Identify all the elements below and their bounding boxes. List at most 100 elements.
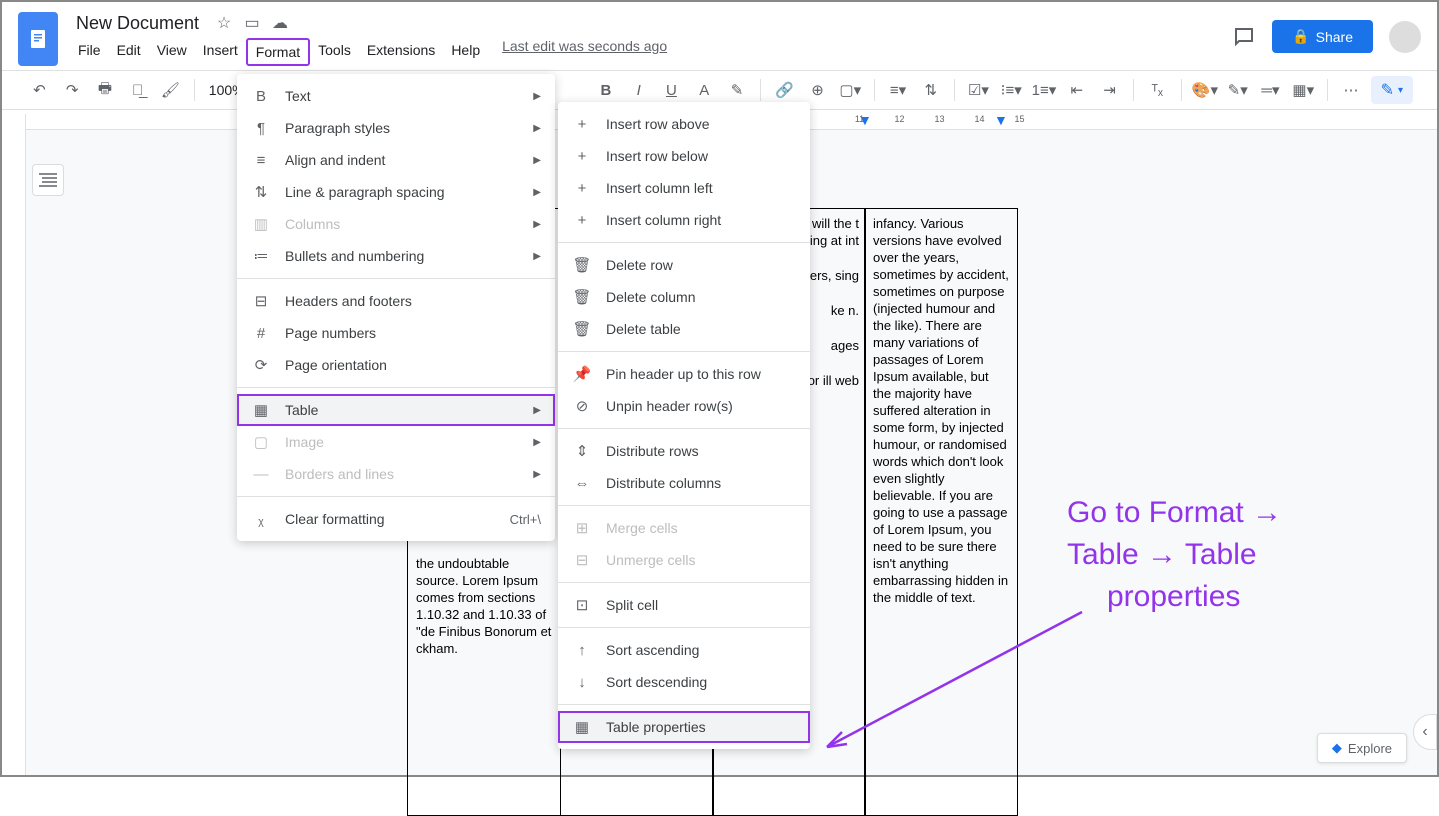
menu-separator [558,704,810,705]
menu-item-label: Sort ascending [606,642,796,658]
menu-extensions[interactable]: Extensions [359,38,443,66]
menu-item-icon: ⊡ [572,596,592,614]
menu-item-page-numbers[interactable]: #Page numbers [237,317,555,349]
outdent-button[interactable]: ⇤ [1063,76,1090,104]
menu-item-line-paragraph-spacing[interactable]: ⇅Line & paragraph spacing▶ [237,176,555,208]
chevron-down-icon: ▾ [1398,85,1403,96]
link-button[interactable]: 🔗 [771,76,798,104]
share-label: Share [1316,29,1353,45]
star-icon[interactable]: ☆ [215,14,233,32]
submenu-item-delete-row[interactable]: 🗑Delete row [558,249,810,281]
menu-item-label: Insert column right [606,212,796,228]
submenu-item-delete-table[interactable]: 🗑Delete table [558,313,810,345]
menu-item-bullets-and-numbering[interactable]: ≔Bullets and numbering▶ [237,240,555,272]
spellcheck-button[interactable]: Ａ̲ [124,76,151,104]
last-edit-link[interactable]: Last edit was seconds ago [502,38,667,66]
explore-label: Explore [1348,741,1392,756]
submenu-item-sort-descending[interactable]: ↓Sort descending [558,666,810,698]
menu-item-label: Table [285,402,519,418]
indent-button[interactable]: ⇥ [1096,76,1123,104]
bullet-list-button[interactable]: ⁝≡▾ [998,76,1025,104]
text-color-button[interactable]: A [691,76,718,104]
side-panel-toggle[interactable]: ‹ [1413,714,1437,750]
menu-view[interactable]: View [149,38,195,66]
submenu-item-insert-column-left[interactable]: +Insert column left [558,172,810,204]
avatar[interactable] [1389,21,1421,53]
checklist-button[interactable]: ☑▾ [965,76,992,104]
undo-button[interactable]: ↶ [26,76,53,104]
italic-button[interactable]: I [625,76,652,104]
bold-button[interactable]: B [593,76,620,104]
redo-button[interactable]: ↷ [59,76,86,104]
submenu-item-pin-header-up-to-this-row[interactable]: 📌Pin header up to this row [558,358,810,390]
menu-item-page-orientation[interactable]: ⟳Page orientation [237,349,555,381]
line-spacing-button[interactable]: ⇅ [917,76,944,104]
header-right: 🔒 Share [1232,20,1421,53]
menu-file[interactable]: File [70,38,109,66]
menu-format[interactable]: Format [246,38,310,66]
move-icon[interactable]: ▭ [243,14,261,32]
menu-help[interactable]: Help [443,38,488,66]
comments-icon[interactable] [1232,25,1256,49]
submenu-item-table-properties[interactable]: ▦Table properties [558,711,810,743]
numbered-list-button[interactable]: 1≡▾ [1031,76,1058,104]
share-button[interactable]: 🔒 Share [1272,20,1373,53]
cloud-icon[interactable]: ☁ [271,14,289,32]
menu-tools[interactable]: Tools [310,38,359,66]
menu-item-icon: — [251,466,271,483]
menu-item-icon: ↑ [572,642,592,659]
menu-item-headers-and-footers[interactable]: ⊟Headers and footers [237,285,555,317]
image-button[interactable]: ▢▾ [837,76,864,104]
outline-button[interactable] [32,164,64,196]
ruler-tick: 15 [1000,114,1039,124]
border-style-button[interactable]: ▦▾ [1290,76,1317,104]
print-button[interactable]: 🖶 [92,76,119,104]
submenu-item-distribute-columns[interactable]: ⇔Distribute columns [558,467,810,499]
underline-button[interactable]: U [658,76,685,104]
paint-format-button[interactable]: 🖌 [157,76,184,104]
menu-item-clear-formatting[interactable]: ᵪClear formattingCtrl+\ [237,503,555,535]
submenu-item-unmerge-cells: ⊟Unmerge cells [558,544,810,576]
separator [1133,79,1134,101]
explore-button[interactable]: ◆ Explore [1317,733,1407,763]
menu-item-icon: 🗑 [572,288,592,306]
menu-item-icon: 🗑 [572,256,592,274]
submenu-item-distribute-rows[interactable]: ⇕Distribute rows [558,435,810,467]
fill-color-button[interactable]: 🎨▾ [1192,76,1219,104]
submenu-item-insert-row-below[interactable]: +Insert row below [558,140,810,172]
menu-item-paragraph-styles[interactable]: ¶Paragraph styles▶ [237,112,555,144]
submenu-item-unpin-header-row-s-[interactable]: ⊘Unpin header row(s) [558,390,810,422]
ruler-tick: 12 [880,114,919,124]
submenu-item-insert-row-above[interactable]: +Insert row above [558,108,810,140]
menu-item-align-and-indent[interactable]: ≡Align and indent▶ [237,144,555,176]
border-width-button[interactable]: ═▾ [1257,76,1284,104]
editing-mode-button[interactable]: ✎ ▾ [1371,76,1413,104]
border-color-button[interactable]: ✎▾ [1224,76,1251,104]
menu-item-label: Insert column left [606,180,796,196]
document-title[interactable]: New Document [70,11,205,36]
submenu-item-insert-column-right[interactable]: +Insert column right [558,204,810,236]
menu-item-icon: ⊘ [572,397,592,415]
menu-item-label: Bullets and numbering [285,248,519,264]
menu-item-icon: ≔ [251,247,271,265]
submenu-item-sort-ascending[interactable]: ↑ Sort ascending [558,634,810,666]
annotation-line: Go to Format → [1067,492,1407,534]
menu-item-label: Text [285,88,519,104]
submenu-item-split-cell[interactable]: ⊡Split cell [558,589,810,621]
menu-separator [558,351,810,352]
menu-item-icon: ⇅ [251,183,271,201]
menu-item-text[interactable]: BText▶ [237,80,555,112]
menu-item-label: Merge cells [606,520,796,536]
more-button[interactable]: ⋯ [1338,76,1365,104]
highlight-button[interactable]: ✎ [724,76,751,104]
menu-edit[interactable]: Edit [109,38,149,66]
docs-logo[interactable] [18,12,58,66]
align-button[interactable]: ≡▾ [885,76,912,104]
menu-insert[interactable]: Insert [195,38,246,66]
submenu-arrow-icon: ▶ [533,187,541,198]
clear-format-button[interactable]: ᵀₓ [1144,76,1171,104]
ruler-tick: 13 [920,114,959,124]
comment-button[interactable]: ⊕ [804,76,831,104]
submenu-item-delete-column[interactable]: 🗑Delete column [558,281,810,313]
menu-item-table[interactable]: ▦Table▶ [237,394,555,426]
